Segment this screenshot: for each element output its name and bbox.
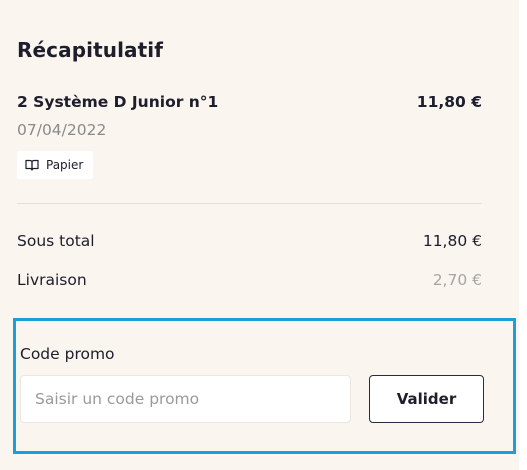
shipping-value: 2,70 € [432,271,482,289]
promo-code-label: Code promo [20,345,115,363]
product-name: 2 Système D Junior n°1 [17,93,219,111]
validate-button[interactable]: Valider [369,375,484,423]
book-icon [25,159,39,171]
promo-code-section: Code promo Valider [13,318,516,454]
product-date: 07/04/2022 [17,121,107,139]
format-badge: Papier [17,151,94,179]
product-price: 11,80 € [416,93,482,111]
subtotal-value: 11,80 € [422,232,482,250]
summary-title: Récapitulatif [17,38,164,62]
divider [17,203,482,204]
shipping-label: Livraison [17,271,87,289]
format-label: Papier [46,158,84,172]
promo-code-input[interactable] [20,375,351,423]
subtotal-label: Sous total [17,232,95,250]
